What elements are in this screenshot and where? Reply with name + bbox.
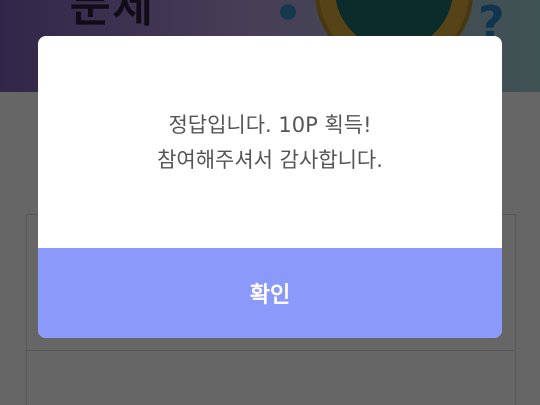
confirm-button[interactable]: 확인: [38, 248, 502, 338]
screen: 문제 ? 정답입니다. 10P 획득! 참여해주셔서 감사합니다. 확인: [0, 0, 540, 405]
result-dialog: 정답입니다. 10P 획득! 참여해주셔서 감사합니다. 확인: [38, 36, 502, 338]
dialog-message: 정답입니다. 10P 획득! 참여해주셔서 감사합니다.: [38, 108, 502, 178]
dialog-message-line2: 참여해주셔서 감사합니다.: [157, 148, 383, 172]
dialog-message-line1: 정답입니다. 10P 획득!: [168, 113, 372, 137]
